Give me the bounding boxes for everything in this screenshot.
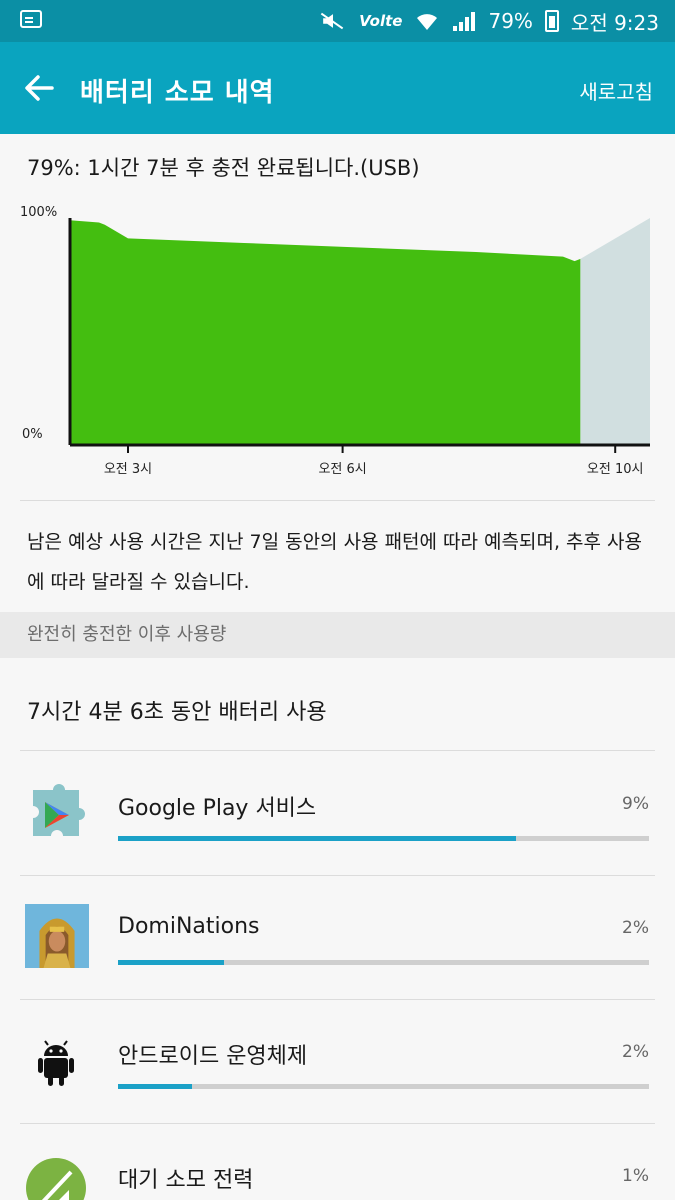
divider [20, 500, 655, 501]
x-tick-label: 오전 10시 [587, 462, 644, 477]
divider [20, 750, 655, 751]
battery-used-area [70, 220, 581, 445]
battery-percent: 79% [488, 9, 533, 33]
usage-bar-fill [118, 1084, 193, 1089]
section-header: 완전히 충전한 이후 사용량 [0, 612, 675, 658]
app-name: DomiNations [118, 914, 260, 939]
usage-bar-fill [118, 960, 225, 965]
status-bar: Volte 79% 오전 9:23 [0, 0, 675, 42]
wifi-icon [414, 10, 440, 32]
app-row-google-play-services[interactable]: Google Play 서비스 9% [0, 752, 675, 876]
dominations-icon [25, 904, 89, 968]
screenshot-icon [20, 10, 42, 28]
status-icons: Volte 79% 오전 9:23 [317, 7, 659, 35]
usage-bar [118, 1084, 649, 1089]
app-name: 안드로이드 운영체제 [118, 1044, 308, 1069]
x-tick-label: 오전 3시 [104, 462, 152, 477]
usage-summary: 7시간 4분 6초 동안 배터리 사용 [27, 700, 327, 725]
standby-icon [26, 1158, 86, 1200]
back-arrow-icon[interactable] [22, 72, 56, 104]
google-play-services-icon [33, 784, 85, 836]
usage-bar [118, 960, 649, 965]
usage-bar [118, 836, 649, 841]
signal-icon [453, 12, 476, 31]
battery-chart-svg: 100% 0% 오전 3시 오전 6시 오전 10시 [20, 205, 650, 477]
app-percent: 9% [622, 794, 649, 814]
battery-level-chart: 100% 0% 오전 3시 오전 6시 오전 10시 [20, 198, 660, 488]
estimate-note: 남은 예상 사용 시간은 지난 7일 동안의 사용 패턴에 따라 예측되며, 추… [27, 531, 643, 593]
mute-icon [317, 10, 347, 32]
app-percent: 1% [622, 1166, 649, 1186]
volte-icon: Volte [359, 12, 403, 30]
refresh-button[interactable]: 새로고침 [579, 76, 653, 105]
app-name: 대기 소모 전력 [118, 1168, 254, 1193]
charge-status: 79%: 1시간 7분 후 충전 완료됩니다.(USB) [27, 156, 420, 180]
app-percent: 2% [622, 918, 649, 938]
app-row-dominations[interactable]: DomiNations 2% [0, 876, 675, 1000]
app-name: Google Play 서비스 [118, 796, 317, 821]
app-bar: 배터리 소모 내역 새로고침 [0, 42, 675, 134]
page-title: 배터리 소모 내역 [80, 78, 275, 108]
usage-bar-fill [118, 836, 517, 841]
battery-charging-icon [544, 10, 559, 32]
battery-usage-content: 79%: 1시간 7분 후 충전 완료됩니다.(USB) 100% 0% 오전 … [0, 134, 675, 1200]
x-tick-label: 오전 6시 [318, 462, 366, 477]
android-icon [38, 1040, 74, 1086]
y-label-top: 100% [20, 205, 57, 220]
app-row-standby[interactable]: 대기 소모 전력 1% [0, 1124, 675, 1200]
app-percent: 2% [622, 1042, 649, 1062]
y-label-bottom: 0% [22, 427, 43, 442]
app-row-android-os[interactable]: 안드로이드 운영체제 2% [0, 1000, 675, 1124]
battery-predicted-area [580, 218, 650, 445]
clock: 오전 9:23 [570, 10, 659, 35]
